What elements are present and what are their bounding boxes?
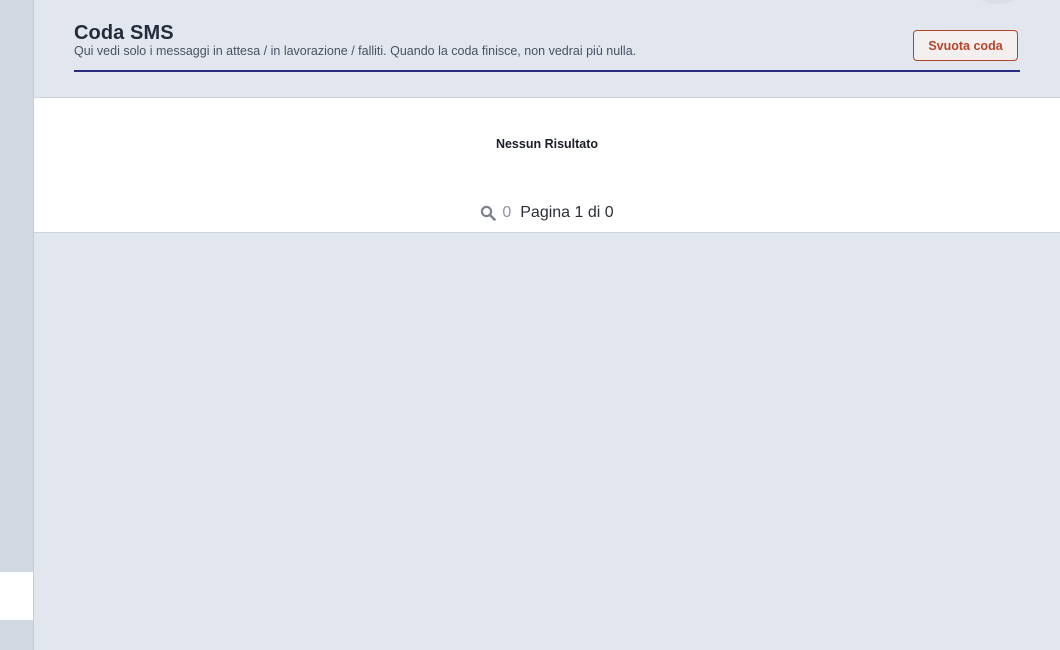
empty-queue-button[interactable]: Svuota coda [913, 30, 1018, 61]
result-count: 0 [502, 204, 512, 221]
pagination: 0 Pagina 1 di 0 [34, 204, 1060, 222]
left-sidebar [0, 0, 34, 650]
page-subtitle: Qui vedi solo i messaggi in attesa / in … [74, 44, 637, 58]
page-header: Coda SMS Qui vedi solo i messaggi in att… [34, 0, 1060, 98]
corner-decoration [978, 0, 1018, 4]
no-results-message: Nessun Risultato [495, 137, 599, 151]
results-panel: Nessun Risultato 0 Pagina 1 di 0 [34, 98, 1060, 233]
sidebar-card [0, 571, 33, 621]
header-divider [74, 70, 1020, 72]
page-info: Pagina 1 di 0 [520, 204, 614, 221]
page-title: Coda SMS [74, 22, 174, 44]
search-icon[interactable] [480, 205, 497, 221]
